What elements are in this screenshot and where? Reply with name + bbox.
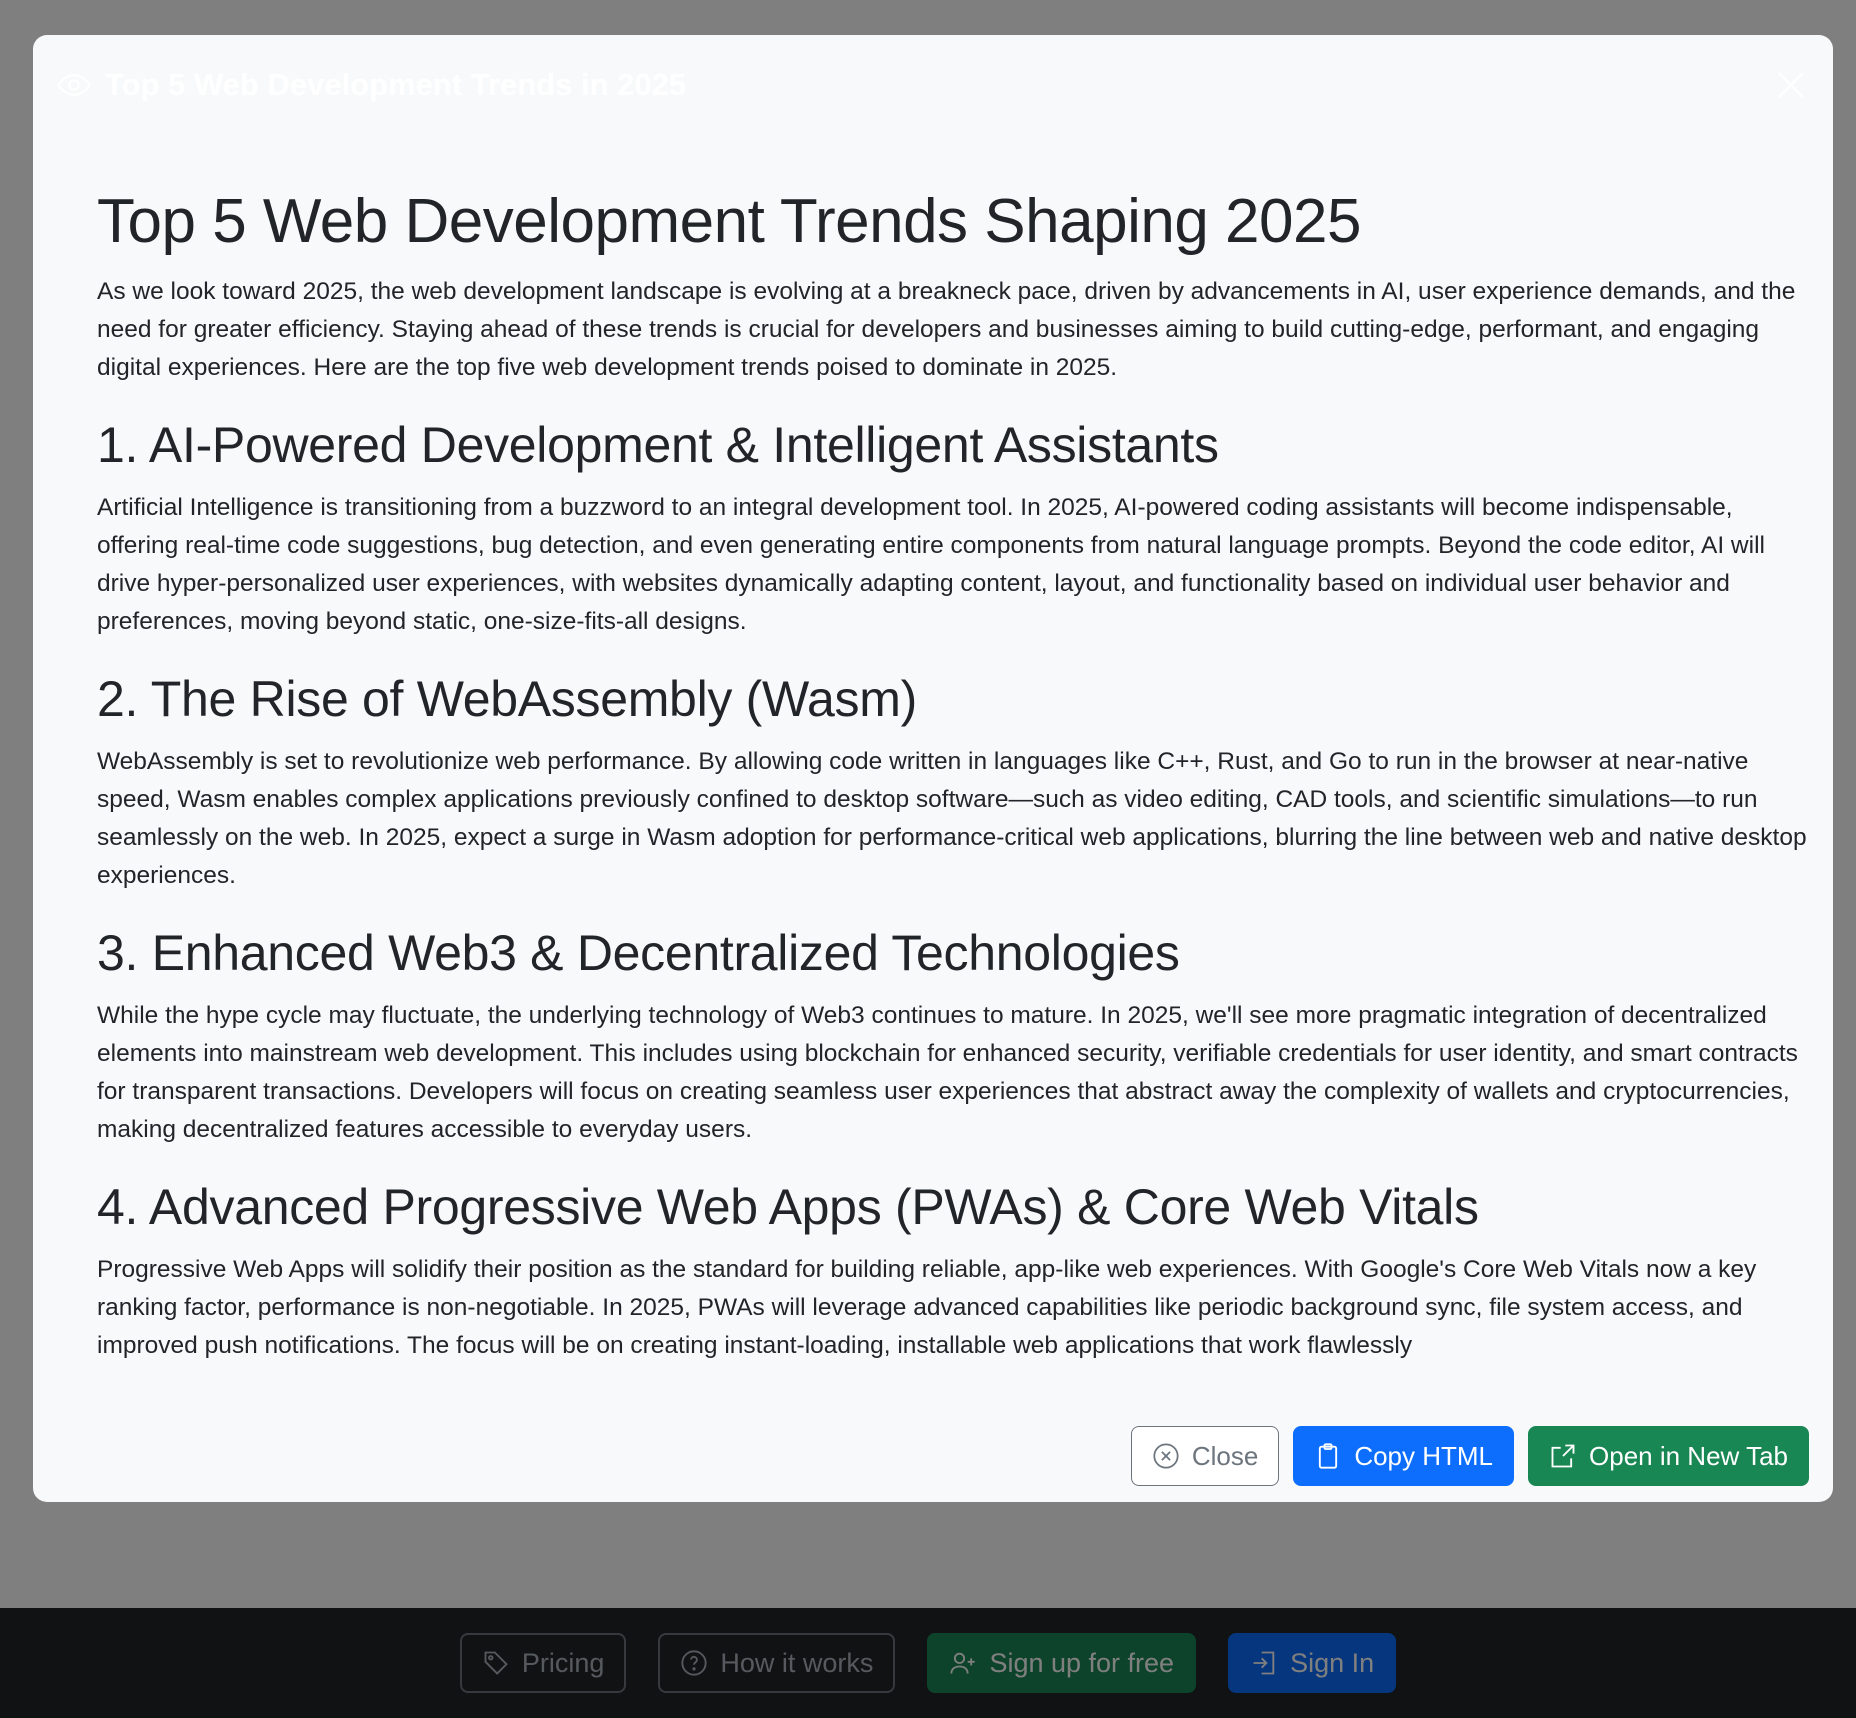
section-body: Progressive Web Apps will solidify their… — [97, 1256, 1757, 1360]
modal-header: Top 5 Web Development Trends in 2025 — [33, 35, 1833, 135]
open-new-tab-label: Open in New Tab — [1589, 1440, 1788, 1471]
x-circle-icon — [1153, 1443, 1179, 1469]
close-icon[interactable] — [1773, 67, 1809, 103]
section-body: While the hype cycle may fluctuate, the … — [97, 1002, 1798, 1144]
article: Top 5 Web Development Trends Shaping 202… — [97, 185, 1817, 1365]
section-heading: 3. Enhanced Web3 & Decentralized Technol… — [97, 925, 1180, 982]
preview-modal: Top 5 Web Development Trends in 2025 Top… — [33, 35, 1833, 1502]
close-button[interactable]: Close — [1130, 1426, 1280, 1486]
section-heading: 2. The Rise of WebAssembly (Wasm) — [97, 671, 917, 728]
modal-title: Top 5 Web Development Trends in 2025 — [105, 67, 687, 102]
eye-icon — [57, 73, 91, 97]
section-body: Artificial Intelligence is transitioning… — [97, 494, 1765, 636]
modal-footer: Close Copy HTML Open in New Tab — [33, 1418, 1833, 1502]
clipboard-icon — [1319, 1443, 1338, 1469]
close-button-label: Close — [1191, 1440, 1259, 1471]
article-heading: Top 5 Web Development Trends Shaping 202… — [97, 187, 1361, 256]
open-new-tab-button[interactable]: Open in New Tab — [1528, 1426, 1809, 1486]
box-arrow-up-right-icon — [1551, 1444, 1575, 1468]
section-heading: 1. AI-Powered Development & Intelligent … — [97, 417, 1219, 474]
modal-body[interactable]: Top 5 Web Development Trends Shaping 202… — [97, 185, 1817, 1395]
section-body: WebAssembly is set to revolutionize web … — [97, 748, 1807, 890]
section-heading: 4. Advanced Progressive Web Apps (PWAs) … — [97, 1179, 1479, 1236]
copy-html-label: Copy HTML — [1354, 1440, 1494, 1471]
copy-html-button[interactable]: Copy HTML — [1293, 1426, 1515, 1486]
article-intro: As we look toward 2025, the web developm… — [97, 278, 1796, 382]
